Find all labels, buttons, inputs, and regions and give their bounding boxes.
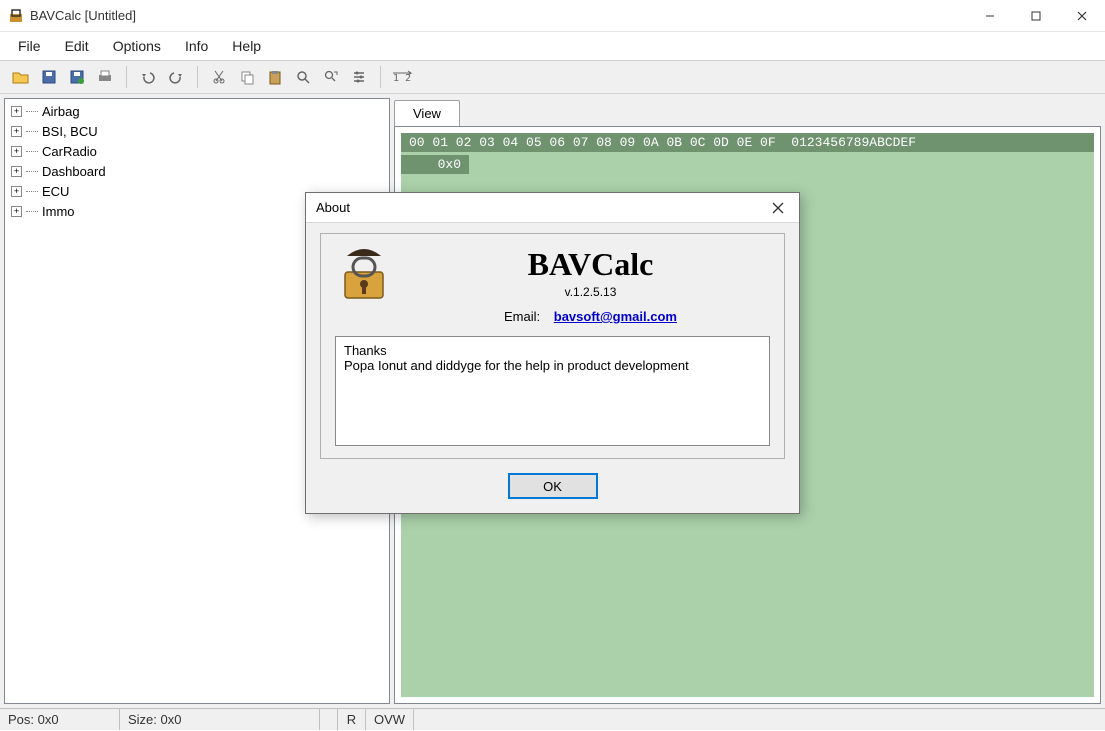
about-thanks-body: Popa Ionut and diddyge for the help in p… (344, 358, 761, 373)
cut-button[interactable] (206, 64, 232, 90)
minimize-button[interactable] (967, 0, 1013, 32)
save-as-button[interactable] (64, 64, 90, 90)
close-button[interactable] (1059, 0, 1105, 32)
about-title: About (306, 200, 757, 215)
undo-button[interactable] (135, 64, 161, 90)
toolbar: 1 2 (0, 60, 1105, 94)
about-thanks-box: Thanks Popa Ionut and diddyge for the he… (335, 336, 770, 446)
expand-icon[interactable]: + (11, 166, 22, 177)
menu-help[interactable]: Help (220, 34, 273, 58)
tab-row: View (394, 98, 1101, 126)
expand-icon[interactable]: + (11, 146, 22, 157)
goto-button[interactable]: 1 2 (389, 64, 415, 90)
tree-item-dashboard[interactable]: +Dashboard (9, 161, 385, 181)
about-titlebar[interactable]: About (306, 193, 799, 223)
toolbar-separator (197, 66, 198, 88)
maximize-button[interactable] (1013, 0, 1059, 32)
status-bar: Pos: 0x0 Size: 0x0 R OVW (0, 708, 1105, 730)
window-titlebar: BAVCalc [Untitled] (0, 0, 1105, 32)
menu-file[interactable]: File (6, 34, 53, 58)
expand-icon[interactable]: + (11, 106, 22, 117)
about-app-icon (335, 246, 393, 304)
window-title: BAVCalc [Untitled] (30, 8, 967, 23)
toolbar-separator (126, 66, 127, 88)
status-readonly: R (338, 709, 366, 730)
menu-options[interactable]: Options (101, 34, 173, 58)
hex-address: 0x0 (401, 155, 469, 174)
settings-button[interactable] (346, 64, 372, 90)
redo-button[interactable] (163, 64, 189, 90)
copy-button[interactable] (234, 64, 260, 90)
status-spacer (320, 709, 338, 730)
expand-icon[interactable]: + (11, 126, 22, 137)
toolbar-separator (380, 66, 381, 88)
about-dialog: About BAVCalc v.1.2.5.13 (305, 192, 800, 514)
menu-edit[interactable]: Edit (53, 34, 101, 58)
search-replace-button[interactable] (318, 64, 344, 90)
paste-button[interactable] (262, 64, 288, 90)
status-pos: Pos: 0x0 (0, 709, 120, 730)
about-thanks-title: Thanks (344, 343, 761, 358)
menu-bar: File Edit Options Info Help (0, 32, 1105, 60)
hex-header: 00 01 02 03 04 05 06 07 08 09 0A 0B 0C 0… (401, 133, 1094, 152)
search-button[interactable] (290, 64, 316, 90)
app-icon (8, 8, 24, 24)
about-ok-button[interactable]: OK (508, 473, 598, 499)
tree-item-bsi-bcu[interactable]: +BSI, BCU (9, 121, 385, 141)
open-button[interactable] (8, 64, 34, 90)
status-ovw: OVW (366, 709, 414, 730)
about-version: v.1.2.5.13 (411, 285, 770, 299)
about-app-name: BAVCalc (411, 246, 770, 283)
print-button[interactable] (92, 64, 118, 90)
status-size: Size: 0x0 (120, 709, 320, 730)
expand-icon[interactable]: + (11, 206, 22, 217)
tree-item-airbag[interactable]: +Airbag (9, 101, 385, 121)
about-email-label: Email: (504, 309, 540, 324)
menu-info[interactable]: Info (173, 34, 220, 58)
tree-item-carradio[interactable]: +CarRadio (9, 141, 385, 161)
about-close-button[interactable] (757, 193, 799, 223)
save-button[interactable] (36, 64, 62, 90)
expand-icon[interactable]: + (11, 186, 22, 197)
tab-view[interactable]: View (394, 100, 460, 126)
about-email-link[interactable]: bavsoft@gmail.com (554, 309, 677, 324)
